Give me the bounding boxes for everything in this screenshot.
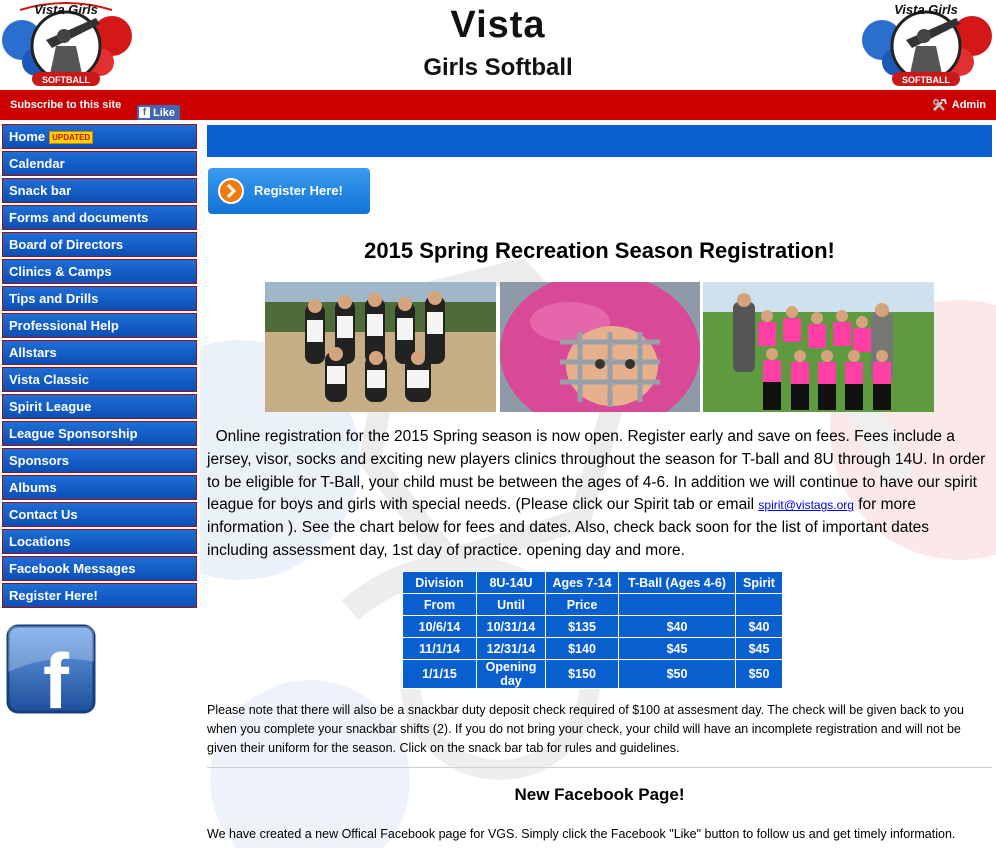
table-cell: $150 — [545, 659, 619, 689]
facebook-icon[interactable]: f — [2, 622, 102, 722]
facebook-section-text: We have created a new Offical Facebook p… — [207, 827, 956, 841]
table-cell — [618, 593, 736, 616]
admin-label: Admin — [951, 99, 986, 111]
table-subheader-row: From Until Price — [402, 593, 783, 616]
nav-item-allstars[interactable]: Allstars — [2, 340, 197, 365]
nav-item-tips[interactable]: Tips and Drills — [2, 286, 197, 311]
table-row: 11/1/14 12/31/14 $140 $45 $45 — [402, 637, 783, 660]
table-cell: $50 — [618, 659, 736, 689]
admin-link[interactable]: Admin — [932, 98, 986, 112]
site-subtitle: Girls Softball — [423, 54, 573, 81]
nav-item-register[interactable]: Register Here! — [2, 583, 197, 608]
table-cell: 10/31/14 — [476, 615, 546, 638]
nav-item-clinics[interactable]: Clinics & Camps — [2, 259, 197, 284]
nav-item-sponsors[interactable]: Sponsors — [2, 448, 197, 473]
nav-item-home[interactable]: Home UPDATED — [2, 124, 197, 149]
nav-item-board[interactable]: Board of Directors — [2, 232, 197, 257]
season-title: 2015 Spring Recreation Season Registrati… — [364, 238, 835, 263]
table-cell: 11/1/14 — [402, 637, 477, 660]
table-cell: Until — [476, 593, 546, 616]
top-bar: Subscribe to this site f Like Admin — [0, 90, 996, 120]
table-cell: $140 — [545, 637, 619, 660]
facebook-letter: f — [43, 637, 70, 722]
nav-item-league-sponsorship[interactable]: League Sponsorship — [2, 421, 197, 446]
table-cell: 10/6/14 — [402, 615, 477, 638]
table-header-row: Division 8U-14U Ages 7-14 T-Ball (Ages 4… — [402, 571, 783, 594]
nav-item-snack-bar[interactable]: Snack bar — [2, 178, 197, 203]
table-cell: 12/31/14 — [476, 637, 546, 660]
nav-item-albums[interactable]: Albums — [2, 475, 197, 500]
table-cell: 1/1/15 — [402, 659, 477, 689]
facebook-like-button[interactable]: f Like — [137, 105, 181, 120]
logo-text-top: Vista Girls — [894, 2, 958, 17]
nav-item-vista-classic[interactable]: Vista Classic — [2, 367, 197, 392]
site-title: Vista — [450, 4, 546, 46]
fee-table: Division 8U-14U Ages 7-14 T-Ball (Ages 4… — [402, 571, 783, 689]
table-header-cell: 8U-14U — [476, 571, 546, 594]
like-label: Like — [153, 106, 176, 119]
table-header-cell: T-Ball (Ages 4-6) — [618, 571, 736, 594]
table-cell: Opening day — [476, 659, 546, 689]
facebook-icon: f — [139, 107, 150, 118]
table-cell: $135 — [545, 615, 619, 638]
site-header: Vista Girls SOFTBALL Vista Girls Softbal… — [0, 0, 996, 90]
spirit-email-link[interactable]: spirit@vistags.org — [758, 498, 854, 512]
facebook-section-title: New Facebook Page! — [514, 785, 685, 804]
divider — [207, 767, 992, 768]
banner-bar — [207, 125, 992, 157]
nav-item-label: Home — [9, 129, 46, 144]
table-cell: $50 — [735, 659, 783, 689]
table-header-cell: Spirit — [735, 571, 783, 594]
table-row: 10/6/14 10/31/14 $135 $40 $40 — [402, 615, 783, 638]
arrow-right-icon — [218, 178, 244, 204]
sidebar-nav: Home UPDATED Calendar Snack bar Forms and… — [2, 124, 197, 610]
table-cell: Price — [545, 593, 619, 616]
table-row: 1/1/15 Opening day $150 $50 $50 — [402, 659, 783, 689]
table-cell — [735, 593, 783, 616]
tools-icon — [932, 99, 947, 111]
table-cell: $40 — [735, 615, 783, 638]
table-cell: From — [402, 593, 477, 616]
table-cell: $40 — [618, 615, 736, 638]
table-header-cell: Ages 7-14 — [545, 571, 619, 594]
updated-badge: UPDATED — [49, 131, 94, 145]
nav-item-contact[interactable]: Contact Us — [2, 502, 197, 527]
nav-item-facebook-messages[interactable]: Facebook Messages — [2, 556, 197, 581]
table-header-cell: Division — [402, 571, 477, 594]
table-cell: $45 — [735, 637, 783, 660]
helmet-photo[interactable] — [500, 282, 700, 412]
nav-item-spirit-league[interactable]: Spirit League — [2, 394, 197, 419]
logo-text-bottom: SOFTBALL — [902, 75, 950, 85]
nav-item-locations[interactable]: Locations — [2, 529, 197, 554]
subscribe-link[interactable]: Subscribe to this site — [10, 99, 121, 111]
team-photo-2[interactable] — [703, 282, 934, 412]
registration-intro: Online registration for the 2015 Spring … — [207, 426, 993, 563]
vista-softball-logo-right[interactable]: Vista Girls SOFTBALL — [860, 0, 992, 90]
nav-item-calendar[interactable]: Calendar — [2, 151, 197, 176]
register-button-label: Register Here! — [254, 183, 343, 198]
table-cell: $45 — [618, 637, 736, 660]
nav-item-forms[interactable]: Forms and documents — [2, 205, 197, 230]
nav-item-professional-help[interactable]: Professional Help — [2, 313, 197, 338]
register-here-button[interactable]: Register Here! — [208, 168, 370, 214]
snackbar-deposit-note: Please note that there will also be a sn… — [207, 703, 964, 755]
team-photo-1[interactable] — [265, 282, 496, 412]
